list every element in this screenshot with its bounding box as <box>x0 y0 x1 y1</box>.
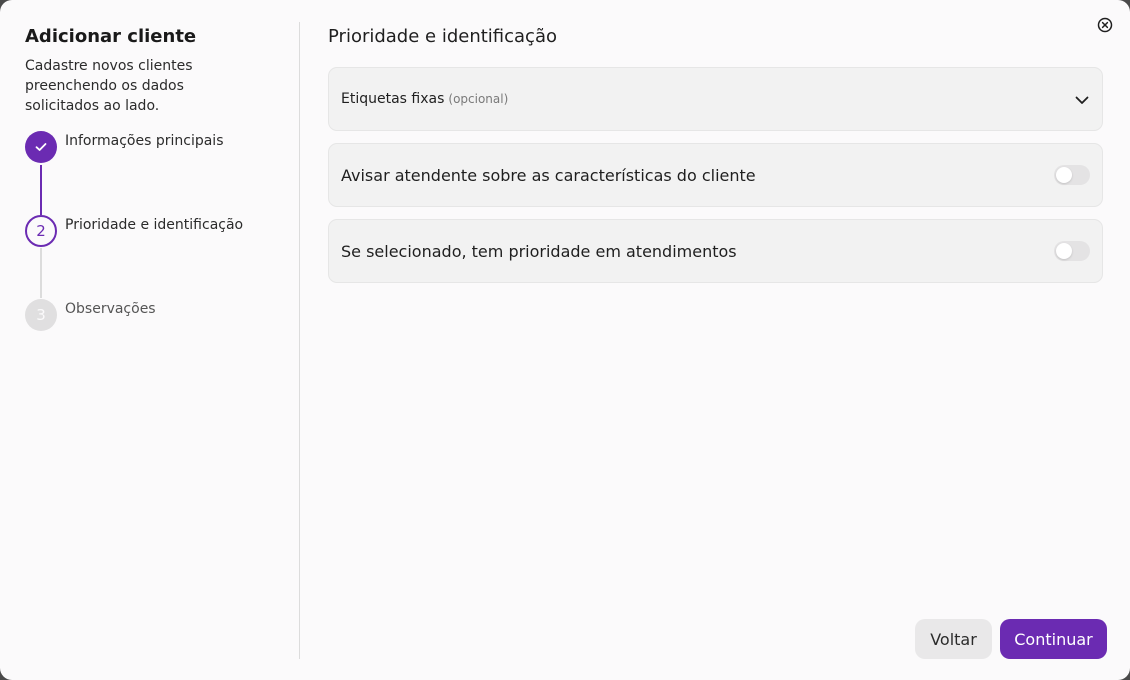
modal-title: Adicionar cliente <box>25 26 197 47</box>
tags-dropdown-label: Etiquetas fixas <box>341 91 445 107</box>
notify-attendant-toggle[interactable] <box>1054 165 1090 185</box>
back-button[interactable]: Voltar <box>915 619 992 659</box>
step-label: Prioridade e identificação <box>65 217 244 233</box>
priority-option: Se selecionado, tem prioridade em atendi… <box>328 219 1103 283</box>
chevron-down-icon <box>1075 96 1089 104</box>
step-prioridade-identificacao[interactable]: 2 Prioridade e identificação <box>25 215 243 247</box>
step-connector-2 <box>40 248 42 298</box>
step-observacoes[interactable]: 3 Observações <box>25 299 156 331</box>
close-icon[interactable] <box>1097 17 1113 33</box>
step-done-circle <box>25 131 57 163</box>
step-connector-1 <box>40 165 42 215</box>
add-client-modal: Adicionar cliente Cadastre novos cliente… <box>0 0 1130 680</box>
step-number: 2 <box>25 215 57 247</box>
toggle-knob <box>1056 243 1072 259</box>
tags-dropdown[interactable]: Etiquetas fixas (opcional) <box>328 67 1103 131</box>
priority-toggle[interactable] <box>1054 241 1090 261</box>
step-label: Observações <box>65 301 156 317</box>
notify-attendant-label: Avisar atendente sobre as característica… <box>341 165 756 185</box>
priority-label: Se selecionado, tem prioridade em atendi… <box>341 241 737 261</box>
toggle-knob <box>1056 167 1072 183</box>
stepper-panel: Adicionar cliente Cadastre novos cliente… <box>0 0 299 680</box>
notify-attendant-option: Avisar atendente sobre as característica… <box>328 143 1103 207</box>
step-number: 3 <box>25 299 57 331</box>
section-title: Prioridade e identificação <box>328 26 557 47</box>
step-label: Informações principais <box>65 133 224 149</box>
column-divider <box>299 22 300 659</box>
optional-hint: (opcional) <box>448 92 509 106</box>
step-informacoes-principais[interactable]: Informações principais <box>25 131 223 163</box>
continue-button[interactable]: Continuar <box>1000 619 1107 659</box>
modal-subtitle: Cadastre novos clientes preenchendo os d… <box>25 58 193 114</box>
check-icon <box>35 143 47 151</box>
